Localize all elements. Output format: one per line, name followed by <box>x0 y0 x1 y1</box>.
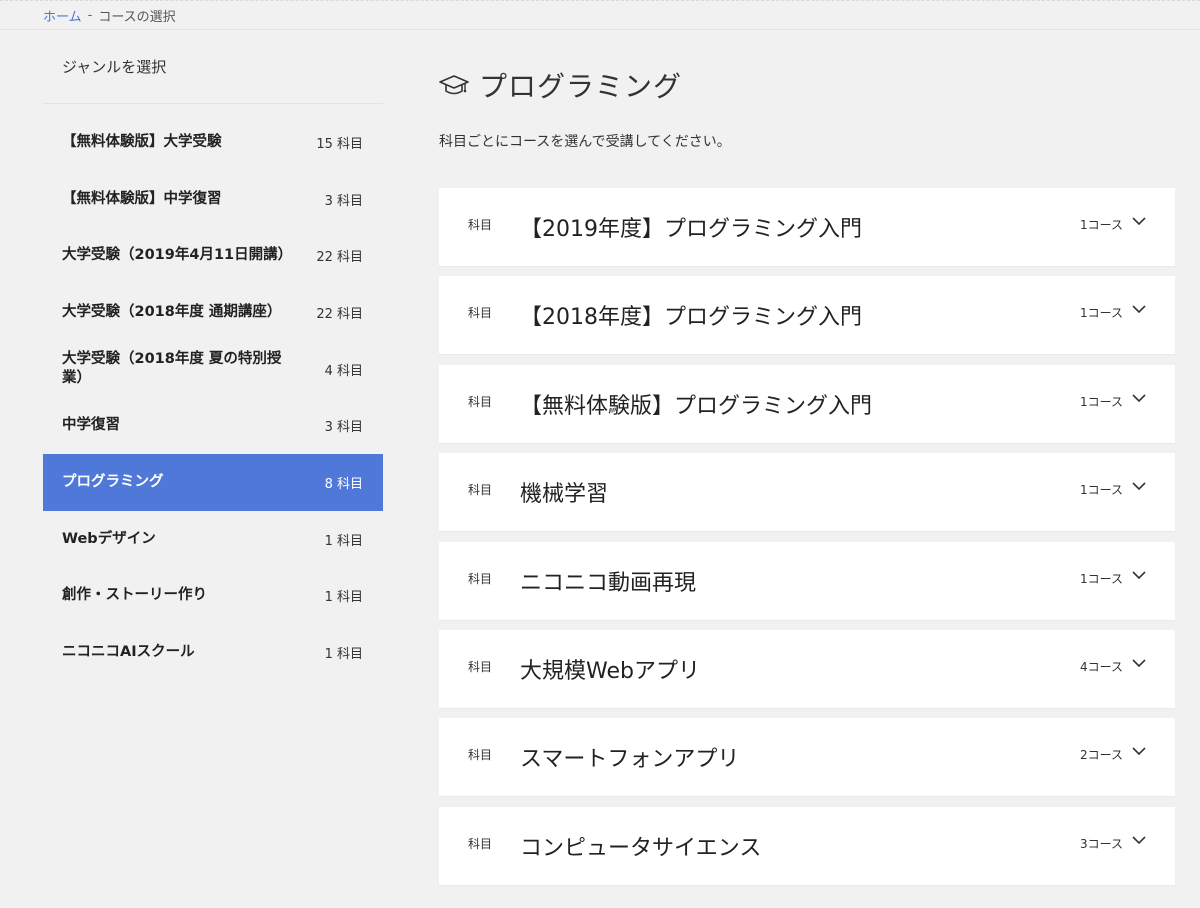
subject-tag: 科目 <box>468 571 493 586</box>
subject-tag: 科目 <box>468 218 493 232</box>
subject-card[interactable]: 科目 【無料体験版】プログラミング入門 1コース <box>439 364 1175 443</box>
course-count: 1コース <box>1079 394 1123 409</box>
genre-count: 1 科目 <box>324 647 363 663</box>
sidebar-genre-item[interactable]: 【無料体験版】中学復習 3 科目 <box>43 171 383 228</box>
genre-label: 創作・ストーリー作り <box>62 587 207 604</box>
genre-count: 22 科目 <box>316 250 363 266</box>
subject-tag: 科目 <box>468 483 493 498</box>
sidebar-genre-item[interactable]: 大学受験（2018年度 通期講座） 22 科目 <box>43 284 383 341</box>
sidebar-genre-item[interactable]: 中学復習 3 科目 <box>43 397 383 454</box>
chevron-down-icon[interactable] <box>1131 569 1147 581</box>
chevron-down-icon[interactable] <box>1131 480 1147 492</box>
subject-title: ニコニコ動画再現 <box>520 570 697 596</box>
subject-title: 機械学習 <box>520 482 609 508</box>
genre-count: 1 科目 <box>324 533 363 549</box>
subject-title: 大規模Webアプリ <box>520 658 700 684</box>
genre-count: 22 科目 <box>316 306 363 322</box>
page-title: プログラミング <box>479 70 683 103</box>
course-count: 1コース <box>1079 306 1123 321</box>
subject-tag: 科目 <box>468 836 493 851</box>
sidebar-genre-item[interactable]: Webデザイン 1 科目 <box>43 511 383 568</box>
genre-label: Webデザイン <box>62 530 156 547</box>
chevron-down-icon[interactable] <box>1131 303 1147 315</box>
chevron-down-icon[interactable] <box>1131 657 1147 669</box>
subject-card[interactable]: 科目 大規模Webアプリ 4コース <box>439 629 1175 708</box>
subject-tag: 科目 <box>468 394 493 409</box>
sidebar-genre-item[interactable]: ニコニコAIスクール 1 科目 <box>43 624 383 681</box>
chevron-down-icon[interactable] <box>1131 215 1147 227</box>
chevron-down-icon[interactable] <box>1131 834 1147 846</box>
subject-title: 【無料体験版】プログラミング入門 <box>520 393 873 419</box>
breadcrumb: ホーム - コースの選択 <box>0 0 1200 30</box>
genre-label: 大学受験（2018年度 夏の特別授業） <box>62 351 282 387</box>
course-count: 4コース <box>1079 659 1123 674</box>
sidebar-genre-item[interactable]: 創作・ストーリー作り 1 科目 <box>43 568 383 625</box>
genre-label: 大学受験（2019年4月11日開講） <box>62 247 293 264</box>
genre-label: 【無料体験版】大学受験 <box>62 133 222 150</box>
genre-count: 1 科目 <box>324 590 363 606</box>
sidebar-genre-item[interactable]: 【無料体験版】大学受験 15 科目 <box>43 114 383 171</box>
genre-count: 8 科目 <box>324 476 363 492</box>
subject-card[interactable]: 科目 機械学習 1コース <box>439 453 1175 532</box>
course-count: 1コース <box>1079 571 1123 586</box>
sidebar-genre-item[interactable]: 大学受験（2019年4月11日開講） 22 科目 <box>43 227 383 284</box>
genre-count: 15 科目 <box>316 136 363 152</box>
subject-card[interactable]: 科目 ニコニコ動画再現 1コース <box>439 541 1175 620</box>
chevron-down-icon[interactable] <box>1131 392 1147 404</box>
course-count: 1コース <box>1079 218 1123 232</box>
sidebar-genre-item[interactable]: プログラミング 8 科目 <box>43 454 383 511</box>
sidebar-heading: ジャンルを選択 <box>43 30 383 104</box>
genre-count: 3 科目 <box>324 193 363 209</box>
genre-sidebar: ジャンルを選択 【無料体験版】大学受験 15 科目 【無料体験版】中学復習 3 科目大… <box>43 30 383 681</box>
subject-tag: 科目 <box>468 748 493 763</box>
course-count: 3コース <box>1079 836 1123 851</box>
subject-card[interactable]: 科目 【2018年度】プログラミング入門 1コース <box>439 276 1175 355</box>
genre-label: 大学受験（2018年度 通期講座） <box>62 303 282 320</box>
course-count: 1コース <box>1079 483 1123 498</box>
subject-title: コンピュータサイエンス <box>520 835 762 861</box>
genre-label: プログラミング <box>62 474 164 491</box>
subject-title: 【2019年度】プログラミング入門 <box>520 217 862 242</box>
genre-count: 3 科目 <box>324 420 363 436</box>
breadcrumb-home-link[interactable]: ホーム <box>43 6 82 25</box>
subject-title: 【2018年度】プログラミング入門 <box>520 305 862 331</box>
chevron-down-icon[interactable] <box>1131 745 1147 757</box>
genre-list: 【無料体験版】大学受験 15 科目 【無料体験版】中学復習 3 科目 大学受験（2019… <box>43 114 383 681</box>
breadcrumb-current: コースの選択 <box>98 9 176 25</box>
main-content: プログラミング 科目ごとにコースを選んで受講してください。 科目 【2019年度】… <box>439 30 1175 895</box>
breadcrumb-separator: - <box>87 7 93 23</box>
genre-label: 【無料体験版】中学復習 <box>62 190 222 207</box>
subject-card[interactable]: 科目 スマートフォンアプリ 2コース <box>439 718 1175 797</box>
genre-count: 4 科目 <box>324 363 363 379</box>
course-count: 2コース <box>1079 748 1123 763</box>
lead-text: 科目ごとにコースを選んで受講してください。 <box>439 134 731 150</box>
subject-title: スマートフォンアプリ <box>520 747 740 773</box>
subject-card[interactable]: 科目 コンピュータサイエンス 3コース <box>439 806 1175 885</box>
genre-label: 中学復習 <box>62 417 120 434</box>
subject-tag: 科目 <box>468 306 493 321</box>
graduation-cap-icon <box>439 75 469 95</box>
genre-label: ニコニコAIスクール <box>62 644 195 661</box>
sidebar-genre-item[interactable]: 大学受験（2018年度 夏の特別授業） 4 科目 <box>43 341 383 398</box>
subject-card[interactable]: 科目 【2019年度】プログラミング入門 1コース <box>439 188 1175 266</box>
subject-tag: 科目 <box>468 659 493 674</box>
subject-list: 科目 【2019年度】プログラミング入門 1コース 科目 【2018年度】プログラミング… <box>439 188 1175 885</box>
page-title-row: プログラミング <box>439 30 1175 140</box>
